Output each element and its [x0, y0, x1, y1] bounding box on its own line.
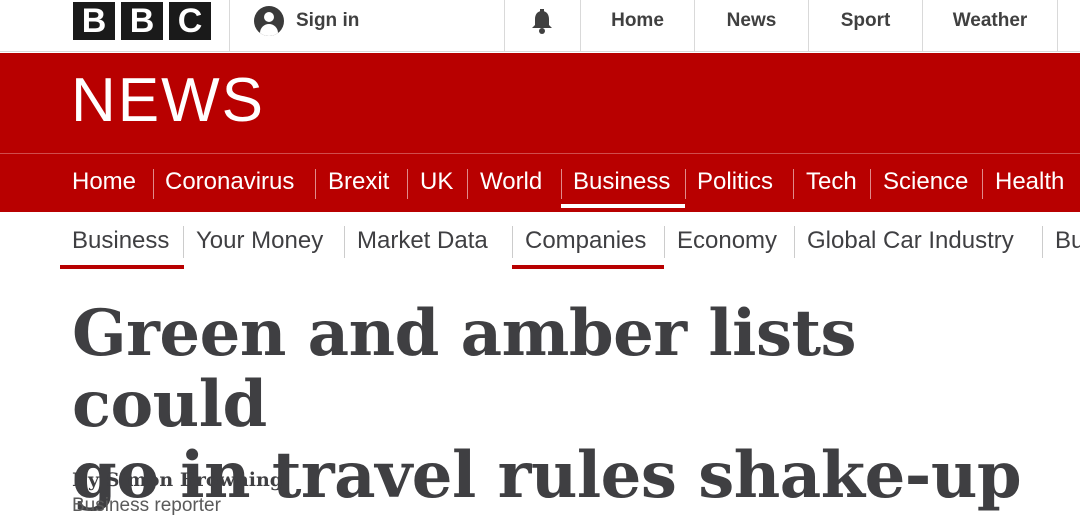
nav-politics[interactable]: Politics	[697, 154, 773, 212]
subnav-active-underline	[512, 265, 664, 269]
nav-tech[interactable]: Tech	[806, 154, 857, 212]
nav-separator	[982, 169, 983, 199]
nav-separator	[685, 169, 686, 199]
subnav-companies[interactable]: Companies	[525, 212, 646, 270]
user-icon	[254, 6, 284, 36]
topnav-home[interactable]: Home	[581, 0, 694, 52]
nav-home[interactable]: Home	[72, 154, 136, 212]
topnav-sport[interactable]: Sport	[809, 0, 922, 52]
nav-world[interactable]: World	[480, 154, 542, 212]
sign-in-label: Sign in	[296, 10, 360, 31]
nav-separator	[467, 169, 468, 199]
nav-health[interactable]: Health	[995, 154, 1064, 212]
bbc-logo-letter: B	[121, 2, 163, 40]
bbc-logo[interactable]: B B C	[73, 2, 211, 40]
bbc-logo-letter: B	[73, 2, 115, 40]
bell-icon[interactable]	[528, 8, 556, 36]
subnav-active-underline	[60, 265, 184, 269]
subnav-separator	[512, 226, 513, 258]
subnav-overflow-item[interactable]: Bu	[1055, 212, 1080, 270]
nav-science[interactable]: Science	[883, 154, 968, 212]
nav-active-indicator	[561, 204, 685, 208]
global-header: B B C Sign in Home News Sport Weather	[0, 0, 1080, 52]
subnav-global-car-industry[interactable]: Global Car Industry	[807, 212, 1014, 270]
nav-uk[interactable]: UK	[420, 154, 453, 212]
nav-separator	[561, 169, 562, 199]
subnav-market-data[interactable]: Market Data	[357, 212, 488, 270]
nav-separator	[407, 169, 408, 199]
topnav-weather[interactable]: Weather	[923, 0, 1057, 52]
nav-separator	[793, 169, 794, 199]
subnav-separator	[1042, 226, 1043, 258]
topnav-news[interactable]: News	[695, 0, 808, 52]
subnav-your-money[interactable]: Your Money	[196, 212, 323, 270]
main-nav: Home Coronavirus Brexit UK World Busines…	[0, 153, 1080, 212]
subnav-economy[interactable]: Economy	[677, 212, 777, 270]
nav-brexit[interactable]: Brexit	[328, 154, 389, 212]
subnav-separator	[183, 226, 184, 258]
subnav-separator	[664, 226, 665, 258]
nav-separator	[315, 169, 316, 199]
article-byline: By Simon Browning	[72, 469, 284, 491]
author-role: Business reporter	[72, 495, 221, 516]
nav-separator	[870, 169, 871, 199]
sign-in-link[interactable]: Sign in	[254, 6, 359, 36]
subnav-separator	[344, 226, 345, 258]
nav-coronavirus[interactable]: Coronavirus	[165, 154, 294, 212]
subnav-separator	[794, 226, 795, 258]
divider	[1057, 0, 1058, 52]
headline-line: Green and amber lists could	[72, 296, 857, 442]
divider	[504, 0, 505, 52]
nav-separator	[153, 169, 154, 199]
bbc-logo-letter: C	[169, 2, 211, 40]
divider	[229, 0, 230, 52]
subnav-business[interactable]: Business	[72, 212, 169, 270]
news-logo[interactable]: NEWS	[71, 70, 265, 132]
